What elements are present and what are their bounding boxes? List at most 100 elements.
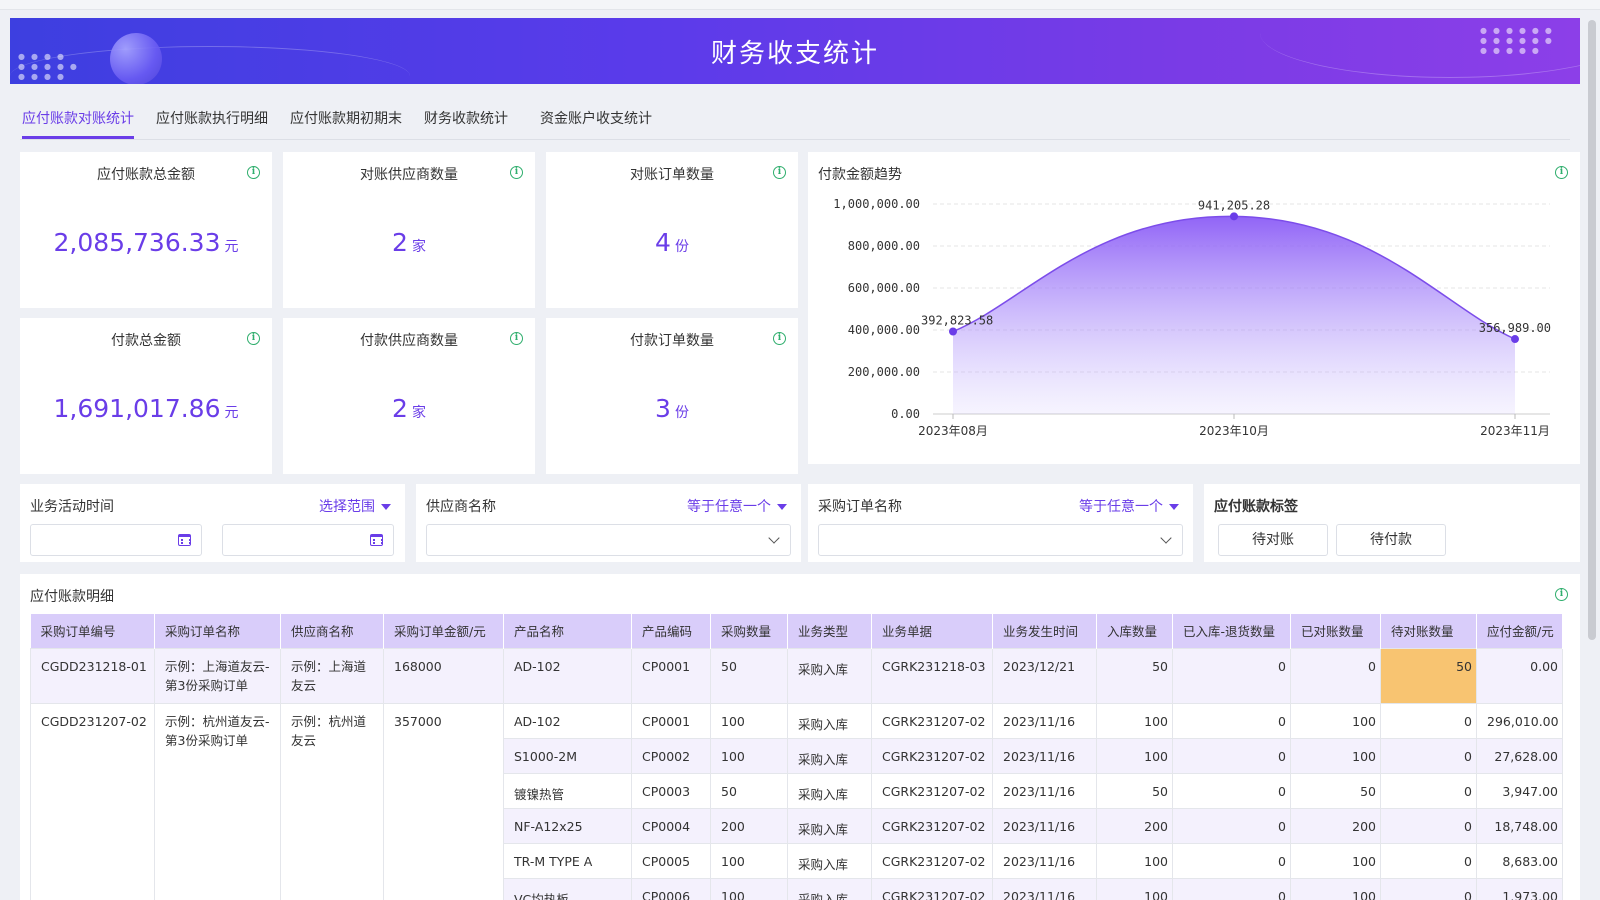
caret-down-icon bbox=[381, 504, 391, 510]
cell-in: 100 bbox=[1096, 702, 1173, 739]
cell-code: CP0001 bbox=[631, 702, 711, 739]
table-row[interactable]: CGDD231207-02 示例：杭州道友云-第3份采购订单 示例：杭州道友云 … bbox=[30, 702, 1563, 900]
data-point bbox=[1230, 212, 1238, 221]
data-point bbox=[1511, 335, 1519, 344]
cell-qty: 50 bbox=[710, 647, 788, 704]
kpi-title: 付款总金额 bbox=[111, 333, 181, 349]
table-row[interactable]: CGDD231218-01 示例：上海道友云-第3份采购订单 示例：上海道友云 … bbox=[30, 647, 1563, 704]
info-icon[interactable]: i bbox=[1555, 588, 1568, 601]
kpi-title: 付款订单数量 bbox=[630, 333, 714, 349]
info-icon[interactable]: i bbox=[773, 332, 786, 345]
column-header[interactable]: 供应商名称 bbox=[280, 614, 384, 648]
tag-pending-reconcile-button[interactable]: 待对账 bbox=[1218, 524, 1328, 556]
kpi-card-payable-total: 应付账款总金额 i 2,085,736.33 元 bbox=[20, 152, 272, 308]
column-header[interactable]: 入库数量 bbox=[1096, 614, 1173, 648]
calendar-icon bbox=[370, 534, 383, 546]
start-date-input[interactable] bbox=[30, 524, 202, 556]
payment-trend-chart-card: 付款金额趋势 i 0.00 200,000.00 400,000.00 600,000… bbox=[808, 152, 1580, 464]
filter-supplier: 供应商名称 等于任意一个 bbox=[416, 484, 801, 562]
page-title: 财务收支统计 bbox=[710, 39, 879, 69]
column-header[interactable]: 采购订单编号 bbox=[30, 614, 155, 648]
kpi-card-payment-suppliers: 付款供应商数量 i 2家 bbox=[283, 318, 535, 474]
page-scrollbar[interactable] bbox=[1588, 20, 1596, 640]
kpi-card-payment-orders: 付款订单数量 i 3份 bbox=[546, 318, 798, 474]
cell-reconciled: 100 bbox=[1290, 737, 1381, 774]
info-icon[interactable]: i bbox=[773, 166, 786, 179]
info-icon[interactable]: i bbox=[510, 166, 523, 179]
cell-product: NF-A12x25 bbox=[503, 807, 632, 844]
tab-account-statistics[interactable]: 资金账户收支统计 bbox=[540, 108, 652, 128]
y-tick-label: 400,000.00 bbox=[848, 323, 920, 337]
tab-bar: 应付账款对账统计 应付账款执行明细 应付账款期初期末 财务收款统计 资金账户收支… bbox=[20, 100, 1570, 140]
column-header[interactable]: 业务类型 bbox=[787, 614, 872, 648]
column-header[interactable]: 应付金额/元 bbox=[1476, 614, 1563, 648]
cell-doc: CGRK231207-02 bbox=[871, 737, 993, 774]
cell-type: 采购入库 bbox=[787, 772, 872, 809]
order-select[interactable] bbox=[818, 524, 1183, 556]
cell-date: 2023/11/16 bbox=[992, 737, 1097, 774]
cell-returned: 0 bbox=[1172, 772, 1291, 809]
kpi-value: 4份 bbox=[655, 228, 689, 257]
tab-payable-period[interactable]: 应付账款期初期末 bbox=[290, 108, 402, 128]
tab-payable-reconciliation[interactable]: 应付账款对账统计 bbox=[22, 108, 134, 128]
top-bar bbox=[0, 0, 1600, 10]
cell-doc: CGRK231207-02 bbox=[871, 702, 993, 739]
cell-returned: 0 bbox=[1172, 647, 1291, 704]
column-header[interactable]: 已入库-退货数量 bbox=[1172, 614, 1291, 648]
order-operator-dropdown[interactable]: 等于任意一个 bbox=[1079, 496, 1179, 516]
column-header[interactable]: 业务发生时间 bbox=[992, 614, 1097, 648]
cell-date: 2023/11/16 bbox=[992, 877, 1097, 900]
cell-returned: 0 bbox=[1172, 702, 1291, 739]
tab-receipt-statistics[interactable]: 财务收款统计 bbox=[424, 108, 508, 128]
cell-reconciled: 100 bbox=[1290, 877, 1381, 900]
filter-label: 采购订单名称 bbox=[818, 499, 902, 515]
kpi-value: 1,691,017.86 元 bbox=[53, 394, 239, 423]
cell-supplier: 示例：杭州道友云 bbox=[280, 702, 384, 900]
tag-pending-payment-button[interactable]: 待付款 bbox=[1336, 524, 1446, 556]
cell-product: VC均热板 bbox=[503, 877, 632, 900]
column-header[interactable]: 产品名称 bbox=[503, 614, 632, 648]
cell-qty: 100 bbox=[710, 702, 788, 739]
supplier-operator-dropdown[interactable]: 等于任意一个 bbox=[687, 496, 787, 516]
cell-payable: 1,973.00 bbox=[1476, 877, 1563, 900]
column-header[interactable]: 已对账数量 bbox=[1290, 614, 1381, 648]
supplier-select[interactable] bbox=[426, 524, 791, 556]
info-icon[interactable]: i bbox=[247, 166, 260, 179]
cell-product: TR-M TYPE A bbox=[503, 842, 632, 879]
tab-payable-execution[interactable]: 应付账款执行明细 bbox=[156, 108, 268, 128]
cell-doc: CGRK231207-02 bbox=[871, 772, 993, 809]
kpi-value: 2,085,736.33 元 bbox=[53, 228, 239, 257]
cell-doc: CGRK231207-02 bbox=[871, 842, 993, 879]
kpi-title: 应付账款总金额 bbox=[97, 167, 195, 183]
column-header[interactable]: 采购订单金额/元 bbox=[383, 614, 504, 648]
table-title: 应付账款明细 bbox=[30, 589, 114, 605]
cell-date: 2023/11/16 bbox=[992, 842, 1097, 879]
payment-trend-chart: 0.00 200,000.00 400,000.00 600,000.00 800,00… bbox=[833, 197, 1551, 438]
y-tick-label: 600,000.00 bbox=[848, 281, 920, 295]
cell-payable: 0.00 bbox=[1476, 647, 1563, 704]
cell-order-no: CGDD231207-02 bbox=[30, 702, 155, 900]
kpi-value: 2家 bbox=[392, 228, 426, 257]
kpi-title: 对账供应商数量 bbox=[360, 167, 458, 183]
cell-returned: 0 bbox=[1172, 877, 1291, 900]
cell-supplier: 示例：上海道友云 bbox=[280, 647, 384, 704]
cell-date: 2023/12/21 bbox=[992, 647, 1097, 704]
range-operator-dropdown[interactable]: 选择范围 bbox=[319, 496, 391, 516]
info-icon[interactable]: i bbox=[247, 332, 260, 345]
table-header-row: 采购订单编号 采购订单名称 供应商名称 采购订单金额/元 产品名称 产品编码 采… bbox=[30, 614, 1563, 648]
end-date-input[interactable] bbox=[222, 524, 394, 556]
cell-returned: 0 bbox=[1172, 842, 1291, 879]
column-header[interactable]: 待对账数量 bbox=[1380, 614, 1477, 648]
info-icon[interactable]: i bbox=[510, 332, 523, 345]
cell-in: 200 bbox=[1096, 807, 1173, 844]
column-header[interactable]: 采购订单名称 bbox=[154, 614, 281, 648]
cell-product: AD-102 bbox=[503, 702, 632, 739]
column-header[interactable]: 采购数量 bbox=[710, 614, 788, 648]
column-header[interactable]: 产品编码 bbox=[631, 614, 711, 648]
calendar-icon bbox=[178, 534, 191, 546]
column-header[interactable]: 业务单据 bbox=[871, 614, 993, 648]
cell-qty: 50 bbox=[710, 772, 788, 809]
filter-label: 业务活动时间 bbox=[30, 499, 114, 515]
cell-payable: 8,683.00 bbox=[1476, 842, 1563, 879]
kpi-title: 付款供应商数量 bbox=[360, 333, 458, 349]
